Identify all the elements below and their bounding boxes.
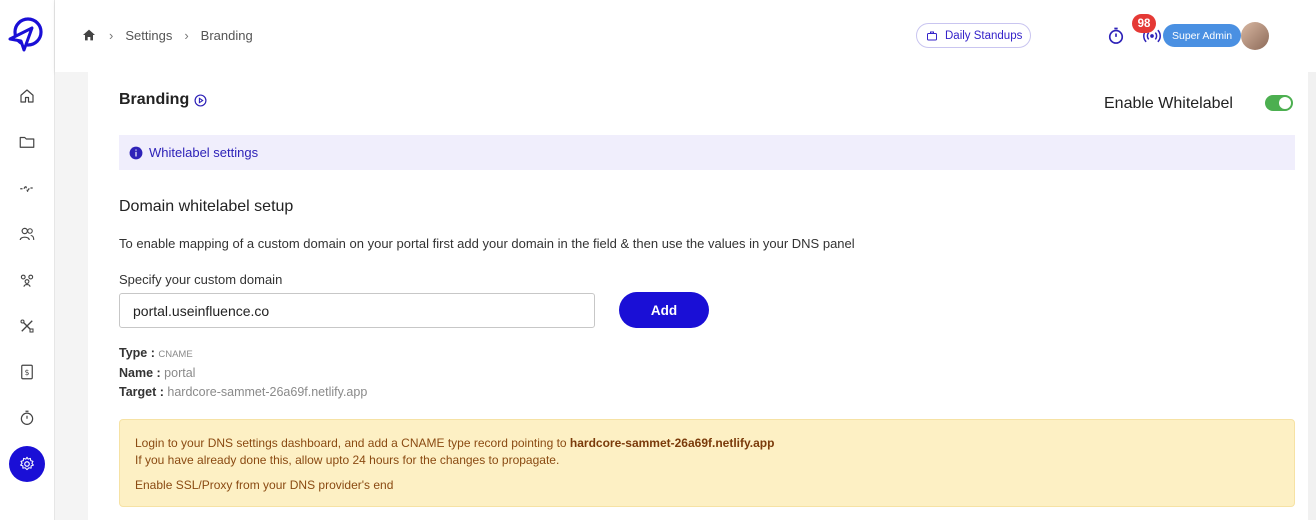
dns-type-row: Type : CNAME (119, 346, 193, 360)
breadcrumb-settings[interactable]: Settings (125, 28, 172, 43)
notification-count-badge: 98 (1132, 14, 1156, 33)
play-video-icon[interactable] (194, 93, 207, 107)
chevron-right-icon: › (109, 27, 114, 43)
team-icon (20, 274, 34, 287)
dns-target-row: Target : hardcore-sammet-26a69f.netlify.… (119, 385, 367, 399)
timer-icon (20, 410, 34, 425)
section-title: Domain whitelabel setup (119, 198, 294, 215)
breadcrumb-branding: Branding (200, 27, 253, 43)
enable-whitelabel-label: Enable Whitelabel (1104, 95, 1233, 112)
tools-icon (20, 319, 34, 333)
billing-icon: $ (21, 364, 33, 380)
page-title-text: Branding (119, 91, 190, 108)
dns-name-row: Name : portal (119, 366, 195, 380)
sidebar-item-home[interactable] (9, 78, 45, 114)
breadcrumb: › Settings › Branding (81, 27, 253, 43)
section-description: To enable mapping of a custom domain on … (119, 236, 855, 251)
sidebar-item-timer[interactable] (9, 400, 45, 436)
briefcase-icon (927, 31, 937, 40)
dns-name-value: portal (164, 366, 196, 380)
whitelabel-info-bar: Whitelabel settings (119, 135, 1295, 170)
dns-target-value: hardcore-sammet-26a69f.netlify.app (167, 385, 368, 399)
folder-icon (19, 136, 35, 148)
sidebar-item-projects[interactable] (9, 124, 45, 160)
dns-target-label: Target : (119, 385, 164, 399)
dns-name-label: Name : (119, 366, 161, 380)
chevron-right-icon: › (184, 27, 189, 43)
svg-text:$: $ (25, 368, 30, 377)
daily-standups-label: Daily Standups (945, 29, 1023, 42)
dns-instructions-note: Login to your DNS settings dashboard, an… (119, 419, 1295, 507)
custom-domain-input[interactable] (119, 293, 595, 328)
note-line-2: If you have already done this, allow upt… (135, 453, 560, 467)
dns-type-label: Type : (119, 346, 155, 360)
settings-icon (20, 456, 34, 471)
note-line-1: Login to your DNS settings dashboard, an… (135, 435, 1279, 452)
app-logo[interactable] (6, 14, 46, 54)
add-domain-button[interactable]: Add (619, 292, 709, 328)
info-text: Whitelabel settings (149, 145, 259, 160)
avatar[interactable] (1241, 22, 1269, 50)
scrollbar[interactable] (1308, 72, 1316, 520)
sidebar-item-settings[interactable] (9, 446, 45, 482)
dns-type-value: CNAME (158, 349, 193, 360)
sidebar-item-activity[interactable] (9, 170, 45, 206)
note-line-3: Enable SSL/Proxy from your DNS provider'… (135, 478, 394, 492)
sidebar-item-billing[interactable]: $ (9, 354, 45, 390)
note-target-value: hardcore-sammet-26a69f.netlify.app (569, 436, 775, 450)
role-badge[interactable]: Super Admin (1163, 24, 1242, 47)
note-line-1-text: Login to your DNS settings dashboard, an… (135, 436, 570, 450)
sidebar-item-team[interactable] (9, 262, 45, 298)
sidebar: $ (0, 0, 55, 520)
info-icon (129, 146, 143, 159)
users-icon (19, 227, 35, 241)
timer-button[interactable] (1104, 24, 1128, 48)
home-icon (20, 89, 34, 103)
page-title: Branding (119, 91, 207, 109)
sidebar-item-tools[interactable] (9, 308, 45, 344)
daily-standups-button[interactable]: Daily Standups (916, 23, 1032, 48)
breadcrumb-home-icon[interactable] (81, 27, 97, 43)
enable-whitelabel-toggle[interactable] (1265, 95, 1293, 111)
custom-domain-label: Specify your custom domain (119, 272, 283, 287)
activity-icon (20, 184, 34, 194)
sidebar-item-users[interactable] (9, 216, 45, 252)
stopwatch-icon (1108, 27, 1124, 44)
toggle-knob (1279, 97, 1291, 109)
